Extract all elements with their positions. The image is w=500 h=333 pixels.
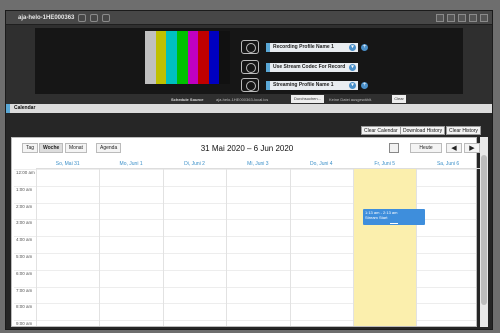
- stream-codec-select[interactable]: Use Stream Codec For Record ▾: [266, 63, 358, 72]
- streaming-profile-label: Streaming Profile Name 1: [273, 82, 334, 88]
- today-column[interactable]: [353, 169, 417, 326]
- day-column[interactable]: [289, 169, 353, 326]
- color-bars-preview: [145, 31, 230, 84]
- color-bar: [145, 31, 156, 84]
- no-file-text: Keine Datei ausgewählt.: [329, 97, 373, 102]
- color-bar: [208, 31, 220, 84]
- calendar-event[interactable]: 1:13 am - 2:13 am Stream Start: [363, 209, 425, 225]
- view-month-button[interactable]: Monat: [65, 143, 87, 153]
- event-resize-handle[interactable]: [390, 223, 398, 224]
- streaming-profile-select[interactable]: Streaming Profile Name 1 ▾: [266, 81, 358, 90]
- day-column[interactable]: [99, 169, 162, 326]
- day-header[interactable]: Di, Juni 2: [162, 160, 227, 169]
- date-range-title: 31 Mai 2020 – 6 Jun 2020: [200, 144, 294, 153]
- color-bar: [219, 31, 230, 84]
- clear-history-button[interactable]: Clear History: [446, 126, 481, 135]
- color-bar: [176, 31, 188, 84]
- info-icon[interactable]: [102, 13, 111, 22]
- close-icon[interactable]: [480, 14, 488, 22]
- schedule-source-label: Schedule Source: [171, 97, 204, 102]
- hour-label: 5:00 am: [16, 254, 33, 259]
- day-header[interactable]: Sa, Juni 6: [416, 160, 480, 169]
- layout-icon[interactable]: [436, 14, 444, 22]
- day-header[interactable]: Mi, Juni 3: [226, 160, 290, 169]
- panel-icon[interactable]: [447, 14, 455, 22]
- view-day-button[interactable]: Tag: [22, 143, 39, 153]
- window-title: aja-helo-1HE000363: [18, 14, 75, 21]
- print-icon[interactable]: [469, 14, 477, 22]
- recording-profile-select[interactable]: Recording Profile Name 1 ▾: [266, 43, 358, 52]
- save-icon[interactable]: [458, 14, 466, 22]
- network-icon[interactable]: [90, 13, 99, 22]
- hour-label: 7:00 am: [16, 287, 33, 293]
- schedule-clear-button[interactable]: Clear: [392, 95, 406, 103]
- hour-label: 9:00 am: [16, 321, 33, 327]
- week-grid: 1:13 am - 2:13 am Stream Start So, Mai 3…: [14, 160, 480, 327]
- hour-label: 12:00 am: [16, 170, 35, 175]
- recording-profile-label: Recording Profile Name 1: [273, 44, 334, 50]
- chevron-down-icon: ▾: [349, 82, 356, 89]
- today-button[interactable]: Heute: [410, 143, 442, 153]
- schedule-file-name: aja-helo-1HE000363-local.ics: [216, 97, 269, 102]
- chevron-down-icon: ▾: [349, 44, 356, 51]
- day-header[interactable]: So, Mai 31: [36, 160, 100, 169]
- next-week-button[interactable]: ▶: [464, 143, 480, 153]
- calendar-scrollbar[interactable]: [480, 137, 488, 327]
- record-icon[interactable]: [241, 40, 259, 54]
- title-bar: aja-helo-1HE000363: [6, 11, 492, 25]
- color-bar: [155, 31, 167, 84]
- color-bar: [198, 31, 209, 84]
- day-header[interactable]: Mo, Juni 1: [99, 160, 163, 169]
- app-window: aja-helo-1HE000363 Recording Profile Nam…: [5, 10, 493, 330]
- day-column[interactable]: [36, 169, 99, 326]
- calendar-panel: Tag Woche Monat Agenda 31 Mai 2020 – 6 J…: [11, 137, 480, 327]
- view-week-button[interactable]: Woche: [39, 143, 64, 153]
- settings-icon[interactable]: [78, 13, 87, 22]
- download-history-button[interactable]: Download History: [400, 126, 446, 135]
- day-header[interactable]: Do, Juni 4: [289, 160, 353, 169]
- hour-label: 1:00 am: [16, 186, 33, 192]
- clear-calendar-button[interactable]: Clear Calendar: [361, 126, 401, 135]
- stream-codec-label: Use Stream Codec For Record: [273, 64, 346, 70]
- view-agenda-button[interactable]: Agenda: [96, 143, 122, 153]
- day-column[interactable]: [226, 169, 289, 326]
- color-bar: [166, 31, 177, 84]
- link-icon[interactable]: [241, 60, 259, 74]
- color-bar: [187, 31, 199, 84]
- prev-week-button[interactable]: ◀: [446, 143, 462, 153]
- add-recording-profile-icon[interactable]: +: [361, 44, 368, 51]
- add-streaming-profile-icon[interactable]: +: [361, 82, 368, 89]
- calendar-section-header: Calendar: [6, 104, 492, 113]
- hour-label: 6:00 am: [16, 270, 33, 276]
- day-column[interactable]: [416, 169, 479, 326]
- hour-label: 4:00 am: [16, 237, 33, 243]
- hour-label: 8:00 am: [16, 304, 33, 310]
- scrollbar-thumb[interactable]: [481, 155, 487, 305]
- event-title: Stream Start: [365, 215, 388, 220]
- calendar-picker-icon[interactable]: [389, 143, 399, 153]
- chevron-down-icon: ▾: [349, 64, 356, 71]
- stream-icon[interactable]: [241, 78, 259, 92]
- browse-button[interactable]: Durchsuchen...: [291, 95, 324, 103]
- hour-label: 2:00 am: [16, 203, 33, 209]
- day-header[interactable]: Fr, Juni 5: [353, 160, 417, 169]
- title-bar-actions: [436, 14, 488, 22]
- hour-label: 3:00 am: [16, 220, 33, 226]
- video-preview-panel: Recording Profile Name 1 ▾ + Use Stream …: [35, 28, 463, 94]
- day-column[interactable]: [162, 169, 226, 326]
